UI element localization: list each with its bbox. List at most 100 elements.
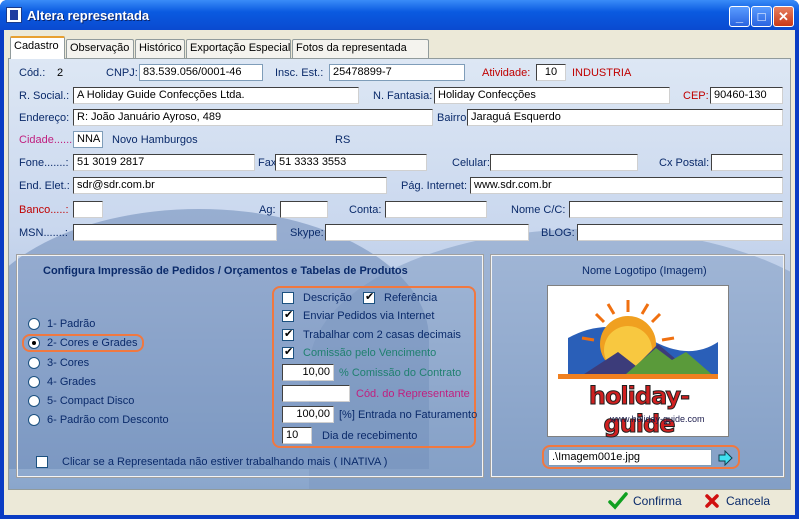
check-icon [608, 491, 628, 511]
endereco-field[interactable]: R: João Januário Ayroso, 489 [73, 109, 433, 126]
trabalhar-label: Trabalhar com 2 casas decimais [303, 329, 461, 341]
print-config-title: Configura Impressão de Pedidos / Orçamen… [43, 265, 408, 277]
enviar-checkbox[interactable] [282, 308, 294, 322]
uf-value: RS [335, 134, 351, 146]
cidade-label: Cidade......: [19, 134, 76, 146]
logo-brand-text: holiday-guide [588, 382, 690, 439]
arrow-right-icon[interactable] [717, 449, 733, 467]
skype-field[interactable] [325, 224, 529, 241]
ag-field[interactable] [280, 201, 328, 218]
paginternet-field[interactable]: www.sdr.com.br [470, 177, 783, 194]
banco-field[interactable] [73, 201, 103, 218]
logo-group: Nome Logotipo (Imagem) holiday-guide www… [490, 254, 785, 478]
banco-label: Banco.....: [19, 204, 69, 216]
logo-path-field[interactable]: .\Imagem001e.jpg [548, 449, 712, 466]
msn-field[interactable] [73, 224, 277, 241]
radio-cores-grades-label: 2- Cores e Grades [47, 337, 138, 349]
endelet-label: End. Elet.: [19, 180, 70, 192]
radio-cores-grades[interactable] [28, 337, 40, 349]
cod-repr-label: Cód. do Representante [356, 388, 470, 400]
celular-label: Celular: [452, 157, 490, 169]
window-title: Altera representada [27, 8, 150, 23]
dia-label: Dia de recebimento [322, 430, 418, 442]
dia-field[interactable]: 10 [282, 427, 312, 444]
cod-repr-field[interactable] [282, 385, 350, 402]
cod-label: Cód.: [19, 67, 46, 79]
radio-compact-disco[interactable] [28, 395, 40, 407]
entrada-label: [%] Entrada no Faturamento [339, 409, 478, 421]
tab-observacao[interactable]: Observação [66, 39, 134, 58]
cnpj-field[interactable]: 83.539.056/0001-46 [139, 64, 263, 81]
cidade-name: Novo Hamburgos [112, 134, 198, 146]
insc-field[interactable]: 25478899-7 [329, 64, 465, 81]
radio-grades[interactable] [28, 376, 40, 388]
close-button[interactable]: ✕ [773, 6, 794, 27]
atividade-code-field[interactable]: 10 [536, 64, 566, 81]
title-bar: Altera representada _ □ ✕ [0, 0, 799, 30]
paginternet-label: Pág. Internet: [401, 180, 468, 192]
tab-historico[interactable]: Histórico [135, 39, 185, 58]
rsocial-field[interactable]: A Holiday Guide Confecções Ltda. [73, 87, 359, 104]
fone-field[interactable]: 51 3019 2817 [73, 154, 255, 171]
entrada-field[interactable]: 100,00 [282, 406, 334, 423]
fone-label: Fone.......: [19, 157, 69, 169]
trabalhar-checkbox[interactable] [282, 327, 294, 341]
comissao-venc-checkbox[interactable] [282, 345, 294, 359]
referencia-checkbox[interactable] [363, 290, 375, 304]
comissao-field[interactable]: 10,00 [282, 364, 334, 381]
inativa-checkbox[interactable] [36, 456, 48, 468]
skype-label: Skype: [290, 227, 324, 239]
radio-padrao-desconto[interactable] [28, 414, 40, 426]
minimize-button[interactable]: _ [729, 6, 750, 27]
confirm-button[interactable]: Confirma [633, 494, 682, 508]
cep-label: CEP: [683, 90, 709, 102]
fax-field[interactable]: 51 3333 3553 [275, 154, 427, 171]
radio-cores[interactable] [28, 357, 40, 369]
radio-cores-label: 3- Cores [47, 357, 90, 369]
maximize-icon: □ [757, 9, 766, 24]
radio-padrao-label: 1- Padrão [47, 318, 96, 330]
atividade-name: INDUSTRIA [572, 67, 632, 79]
client-area: Cadastro Observação Histórico Exportação… [4, 30, 795, 515]
nomecc-field[interactable] [569, 201, 783, 218]
nfantasia-label: N. Fantasia: [373, 90, 433, 102]
minimize-icon: _ [735, 9, 744, 24]
atividade-label: Atividade: [482, 67, 531, 79]
ag-label: Ag: [259, 204, 276, 216]
nomecc-label: Nome C/C: [511, 204, 566, 216]
cod-value: 2 [57, 67, 64, 79]
cep-field[interactable]: 90460-130 [710, 87, 783, 104]
tab-exportacao[interactable]: Exportação Especial [186, 39, 291, 58]
cadastro-panel: Cód.: 2 CNPJ: 83.539.056/0001-46 Insc. E… [8, 58, 791, 490]
cxpostal-label: Cx Postal: [659, 157, 710, 169]
rsocial-label: R. Social.: [19, 90, 70, 102]
radio-compact-disco-label: 5- Compact Disco [47, 395, 135, 407]
radio-padrao[interactable] [28, 318, 40, 330]
logo-url-text: www.holiday-guide.com [610, 414, 705, 424]
conta-label: Conta: [349, 204, 382, 216]
cidade-code-field[interactable]: NNA [73, 131, 103, 148]
logo-image: holiday-guide www.holiday-guide.com [547, 285, 729, 439]
x-icon [704, 493, 720, 509]
descricao-label: Descrição [303, 292, 352, 304]
comissao-venc-label: Comissão pelo Vencimento [303, 347, 437, 359]
descricao-checkbox[interactable] [282, 292, 294, 304]
tab-cadastro[interactable]: Cadastro [10, 36, 65, 59]
cxpostal-field[interactable] [711, 154, 783, 171]
celular-field[interactable] [490, 154, 638, 171]
maximize-button[interactable]: □ [751, 6, 772, 27]
endelet-field[interactable]: sdr@sdr.com.br [73, 177, 387, 194]
radio-grades-label: 4- Grades [47, 376, 96, 388]
nfantasia-field[interactable]: Holiday Confecções [434, 87, 670, 104]
app-icon [6, 7, 22, 23]
blog-label: BLOG: [541, 227, 575, 239]
cnpj-label: CNPJ: [106, 67, 138, 79]
insc-label: Insc. Est.: [275, 67, 324, 79]
main-window: Altera representada _ □ ✕ Cadastro Obser… [0, 0, 799, 519]
cancel-button[interactable]: Cancela [726, 494, 770, 508]
bairro-field[interactable]: Jaraguá Esquerdo [467, 109, 783, 126]
blog-field[interactable] [577, 224, 783, 241]
tab-fotos[interactable]: Fotos da representada [292, 39, 429, 58]
conta-field[interactable] [385, 201, 487, 218]
msn-label: MSN.......: [19, 227, 68, 239]
